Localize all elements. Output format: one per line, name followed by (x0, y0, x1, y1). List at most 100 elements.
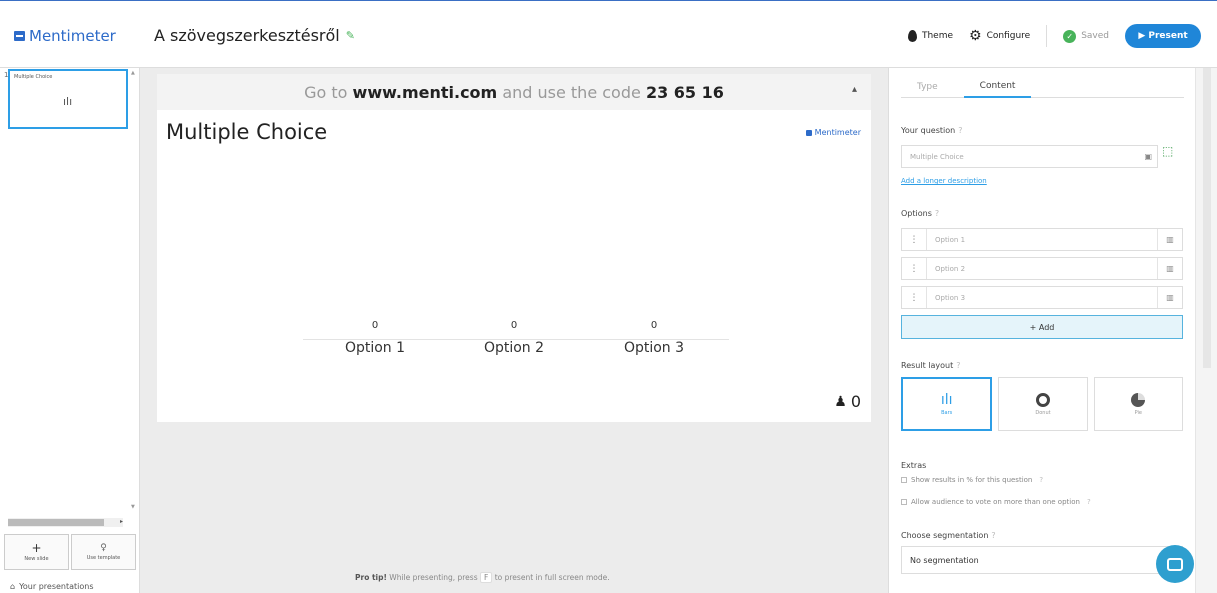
slide-brand-text: Mentimeter (814, 128, 861, 137)
logo-icon (14, 31, 25, 41)
new-slide-button[interactable]: + New slide (4, 534, 69, 570)
lightbulb-icon: ♀ (100, 542, 107, 553)
top-bar: Mentimeter A szövegszerkesztésről ✎ Them… (0, 0, 1217, 68)
trash-icon[interactable]: ▥ (1158, 293, 1182, 302)
scroll-down-icon[interactable]: ▼ (131, 504, 135, 510)
slide-brand: Mentimeter (805, 128, 861, 137)
drop-icon (907, 30, 917, 42)
trash-icon[interactable]: ▥ (1158, 235, 1182, 244)
top-actions: Theme ⚙ Configure ✓ Saved ▶ Present (907, 24, 1201, 48)
layout-pie-button[interactable]: Pie (1093, 377, 1183, 431)
checkbox[interactable] (901, 477, 907, 483)
option-input[interactable]: Option 2 (926, 258, 1158, 279)
option-row: ⋮ Option 3 ▥ (901, 286, 1183, 309)
present-button[interactable]: ▶ Present (1125, 24, 1201, 48)
drag-handle-icon[interactable]: ⋮ (902, 293, 926, 303)
edit-panel: Type Content Your question? Multiple Cho… (888, 68, 1195, 593)
collapse-icon[interactable]: ▴ (852, 84, 857, 95)
option-count: 0 (510, 320, 518, 331)
result-layouts: ılı Bars Donut Pie (901, 377, 1183, 431)
join-code-bar: Go to www.menti.com and use the code 23 … (157, 74, 871, 110)
panel-tabs: Type Content (901, 76, 1184, 98)
layout-bars-button[interactable]: ılı Bars (901, 377, 993, 431)
help-icon[interactable]: ? (991, 531, 995, 540)
extra-percent-option[interactable]: Show results in % for this question? (901, 476, 1043, 484)
chat-icon (1167, 557, 1183, 571)
help-icon[interactable]: ? (958, 126, 962, 135)
slide-thumbnail[interactable]: 1 Multiple Choice ılı (4, 69, 128, 129)
mentimeter-logo[interactable]: Mentimeter (14, 27, 116, 45)
pro-tip-before: While presenting, press (386, 573, 480, 582)
image-icon[interactable]: ▣ (1144, 152, 1152, 161)
help-icon[interactable]: ? (935, 209, 939, 218)
extra-multiple-vote-label: Allow audience to vote on more than one … (911, 498, 1080, 506)
check-icon: ✓ (1063, 29, 1077, 43)
result-option: 0 Option 1 (330, 320, 420, 356)
segmentation-label-text: Choose segmentation (901, 531, 989, 540)
panel-scrollbar-thumb[interactable] (1203, 68, 1211, 368)
option-row: ⋮ Option 2 ▥ (901, 257, 1183, 280)
help-icon[interactable]: ? (956, 361, 960, 370)
layout-label: Bars (941, 409, 953, 416)
question-input[interactable]: Multiple Choice ▣ (901, 145, 1158, 168)
option-row: ⋮ Option 1 ▥ (901, 228, 1183, 251)
participant-count: ♟ 0 (834, 392, 861, 411)
slide-number: 1 (4, 71, 9, 79)
your-question-text: Your question (901, 126, 956, 135)
slide-thumbnail-title: Multiple Choice (14, 74, 53, 80)
layout-donut-button[interactable]: Donut (998, 377, 1088, 431)
panel-scrollbar[interactable] (1195, 68, 1217, 593)
question-placeholder: Multiple Choice (910, 152, 964, 161)
use-template-button[interactable]: ♀ Use template (71, 534, 136, 570)
pro-tip: Pro tip! While presenting, press F to pr… (355, 572, 610, 583)
horizontal-scrollbar[interactable]: ▸ (8, 518, 123, 527)
pie-chart-icon (1131, 392, 1146, 407)
tab-content[interactable]: Content (963, 76, 1032, 98)
configure-label: Configure (986, 31, 1031, 41)
your-presentations-link[interactable]: ⌂ Your presentations (10, 582, 94, 591)
use-template-label: Use template (86, 554, 121, 561)
code-site: www.menti.com (352, 82, 498, 102)
checkbox[interactable] (901, 499, 907, 505)
presentation-title-text: A szövegszerkesztésről (154, 26, 340, 45)
pro-tip-after: to present in full screen mode. (492, 573, 610, 582)
option-label: Option 1 (344, 340, 406, 356)
slide-list-scrollbar[interactable]: ▲ ▼ (131, 70, 137, 510)
help-icon[interactable]: ? (1087, 498, 1091, 506)
slide-tools: + New slide ♀ Use template (4, 534, 136, 570)
help-icon[interactable]: ? (1039, 476, 1043, 484)
theme-label: Theme (921, 31, 953, 41)
saved-label: Saved (1081, 31, 1109, 41)
result-layout-text: Result layout (901, 361, 954, 370)
add-description-link[interactable]: Add a longer description (901, 177, 987, 185)
segmentation-label: Choose segmentation? (901, 531, 996, 540)
slide-list: 1 Multiple Choice ılı ▲ ▼ ▸ + New slide … (0, 68, 140, 593)
image-upload-icon[interactable]: ⬚ (1162, 144, 1173, 158)
extra-multiple-vote-option[interactable]: Allow audience to vote on more than one … (901, 498, 1091, 506)
code-middle: and use the code (502, 82, 641, 102)
segmentation-select[interactable]: No segmentation (901, 546, 1183, 574)
drag-handle-icon[interactable]: ⋮ (902, 264, 926, 274)
scroll-up-icon[interactable]: ▲ (131, 70, 135, 76)
scroll-right-icon[interactable]: ▸ (120, 518, 123, 525)
option-count: 0 (650, 320, 658, 331)
tab-type[interactable]: Type (901, 76, 954, 98)
configure-button[interactable]: ⚙ Configure (969, 29, 1030, 43)
presentation-title[interactable]: A szövegszerkesztésről ✎ (154, 26, 355, 45)
option-input[interactable]: Option 3 (926, 287, 1158, 308)
pro-tip-bold: Pro tip! (355, 573, 387, 582)
option-input[interactable]: Option 1 (926, 229, 1158, 250)
pencil-icon[interactable]: ✎ (346, 29, 355, 42)
horizontal-scrollbar-thumb[interactable] (8, 519, 104, 526)
result-option: 0 Option 3 (609, 320, 699, 356)
option-label: Option 2 (483, 340, 545, 356)
your-question-label: Your question? (901, 126, 962, 135)
drag-handle-icon[interactable]: ⋮ (902, 235, 926, 245)
theme-button[interactable]: Theme (907, 30, 953, 42)
home-icon: ⌂ (10, 582, 16, 591)
add-option-button[interactable]: + Add (901, 315, 1183, 339)
trash-icon[interactable]: ▥ (1158, 264, 1182, 273)
chat-button[interactable] (1156, 545, 1194, 583)
layout-label: Donut (1035, 409, 1051, 416)
slide-preview: Go to www.menti.com and use the code 23 … (157, 74, 871, 422)
